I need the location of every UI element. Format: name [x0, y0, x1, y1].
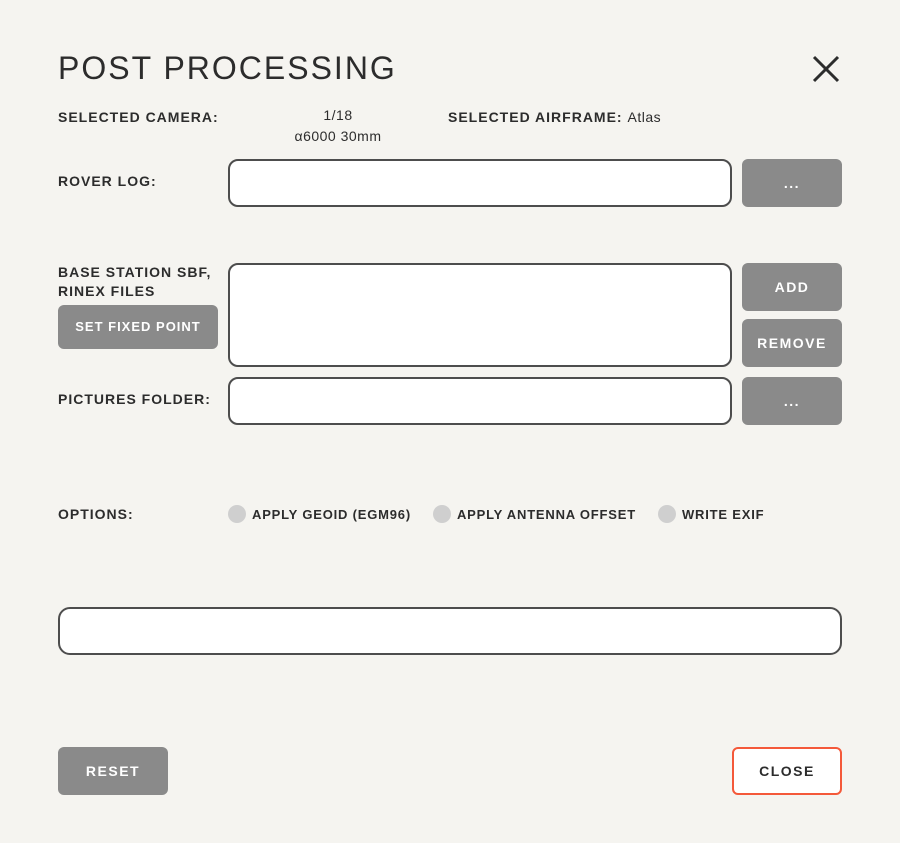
remove-button[interactable]: REMOVE — [742, 319, 842, 367]
dialog-header: POST PROCESSING — [58, 50, 842, 87]
selected-airframe-value: Atlas — [627, 109, 661, 125]
reset-button[interactable]: RESET — [58, 747, 168, 795]
base-station-files-list[interactable] — [228, 263, 732, 367]
dialog-title: POST PROCESSING — [58, 50, 397, 87]
close-icon[interactable] — [810, 53, 842, 85]
camera-name: α6000 30mm — [228, 126, 448, 147]
set-fixed-point-button[interactable]: SET FIXED POINT — [58, 305, 218, 349]
camera-index: 1/18 — [228, 105, 448, 126]
add-button[interactable]: ADD — [742, 263, 842, 311]
options-row: OPTIONS: APPLY GEOID (EGM96) APPLY ANTEN… — [58, 505, 842, 523]
selected-camera-label: SELECTED CAMERA: — [58, 105, 228, 125]
apply-antenna-offset-label: APPLY ANTENNA OFFSET — [457, 507, 636, 522]
rover-log-browse-button[interactable]: ... — [742, 159, 842, 207]
pictures-folder-row: PICTURES FOLDER: ... — [58, 377, 842, 425]
radio-dot-icon — [658, 505, 676, 523]
apply-geoid-label: APPLY GEOID (EGM96) — [252, 507, 411, 522]
selected-airframe-label: SELECTED AIRFRAME: — [448, 109, 623, 125]
apply-antenna-offset-option[interactable]: APPLY ANTENNA OFFSET — [433, 505, 636, 523]
post-processing-dialog: POST PROCESSING SELECTED CAMERA: 1/18 α6… — [0, 0, 900, 843]
selected-airframe: SELECTED AIRFRAME: Atlas — [448, 105, 842, 125]
base-station-right-col: ADD REMOVE — [742, 263, 842, 367]
rover-log-input[interactable] — [228, 159, 732, 207]
apply-geoid-option[interactable]: APPLY GEOID (EGM96) — [228, 505, 411, 523]
radio-dot-icon — [228, 505, 246, 523]
rover-log-label: ROVER LOG: — [58, 159, 218, 189]
close-button[interactable]: CLOSE — [732, 747, 842, 795]
selected-camera-value: 1/18 α6000 30mm — [228, 105, 448, 147]
write-exif-label: WRITE EXIF — [682, 507, 764, 522]
progress-bar — [58, 607, 842, 655]
write-exif-option[interactable]: WRITE EXIF — [658, 505, 764, 523]
rover-log-row: ROVER LOG: ... — [58, 159, 842, 207]
pictures-folder-label: PICTURES FOLDER: — [58, 377, 218, 407]
base-station-label: BASE STATION SBF, RINEX FILES — [58, 263, 218, 301]
progress-row — [58, 607, 842, 655]
base-station-row: BASE STATION SBF, RINEX FILES SET FIXED … — [58, 263, 842, 367]
dialog-footer: RESET CLOSE — [58, 747, 842, 795]
base-station-left-col: BASE STATION SBF, RINEX FILES SET FIXED … — [58, 263, 218, 349]
pictures-folder-input[interactable] — [228, 377, 732, 425]
options-label: OPTIONS: — [58, 506, 228, 522]
radio-dot-icon — [433, 505, 451, 523]
selection-info-row: SELECTED CAMERA: 1/18 α6000 30mm SELECTE… — [58, 105, 842, 147]
pictures-folder-browse-button[interactable]: ... — [742, 377, 842, 425]
